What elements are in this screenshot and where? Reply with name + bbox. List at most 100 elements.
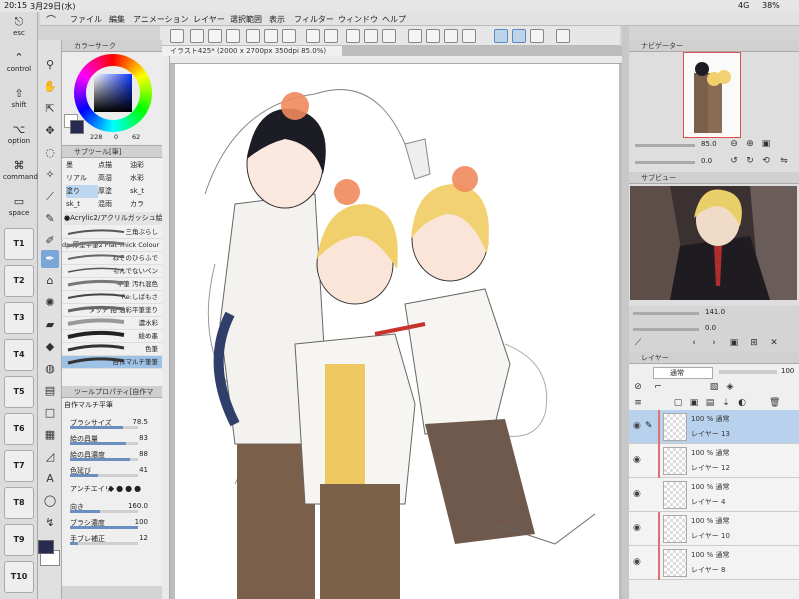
transform-icon[interactable] (382, 29, 396, 43)
menu-selection[interactable]: 選択範囲 (230, 14, 262, 25)
correction-tool-icon[interactable]: ↯ (41, 514, 59, 532)
subtool-tab[interactable]: リアル (66, 172, 98, 185)
subview-reference-image[interactable] (630, 186, 797, 300)
prop-brush-size[interactable]: ブラシサイズ 78.5 (64, 416, 160, 432)
rotate-left-icon[interactable]: ↺ (729, 156, 739, 166)
save-icon[interactable] (226, 29, 240, 43)
layer-row[interactable]: ◉ 100 % 通常 レイヤー 8 (629, 546, 799, 580)
zoom-tool-icon[interactable]: ⚲ (41, 56, 59, 74)
quick-key-t4[interactable]: T4 (4, 339, 34, 371)
settings-icon[interactable] (246, 29, 260, 43)
shift-key[interactable]: ⇧ shift (3, 84, 35, 116)
app-logo-icon[interactable]: ⌒ (46, 12, 56, 27)
eraser-tool-icon[interactable]: ▰ (41, 316, 59, 334)
quick-key-t7[interactable]: T7 (4, 450, 34, 482)
previous-image-icon[interactable]: ‹ (689, 338, 699, 348)
canvas-tab[interactable]: イラスト425* (2000 x 2700px 350dpi 85.0%) (162, 46, 342, 56)
antialias-options-icon[interactable]: ◆●●● (108, 484, 143, 493)
layer-menu-icon[interactable]: ≡ (633, 398, 643, 408)
quick-key-t1[interactable]: T1 (4, 228, 34, 260)
prop-brush-density[interactable]: ブラシ濃度 100 (64, 516, 160, 532)
open-file-icon[interactable] (208, 29, 222, 43)
prop-antialiasing[interactable]: アンチエイリ ◆●●● (64, 482, 160, 498)
new-raster-layer-icon[interactable]: ▢ (673, 398, 683, 408)
subtool-tab[interactable]: 混雨 (98, 198, 130, 211)
fit-screen-icon[interactable]: ▣ (761, 139, 771, 149)
subtool-tab[interactable]: 墨 (66, 159, 98, 172)
quick-key-t9[interactable]: T9 (4, 524, 34, 556)
nav-zoom-slider[interactable] (635, 144, 695, 147)
primary-color-chip[interactable] (70, 120, 84, 134)
zoom-out-icon[interactable]: ⊖ (729, 139, 739, 149)
text-tool-icon[interactable]: A (41, 470, 59, 488)
layer-row[interactable]: ◉ 100 % 通常 レイヤー 4 (629, 478, 799, 512)
pen-tool-icon[interactable]: ✎ (41, 210, 59, 228)
figure-tool-icon[interactable]: □ (41, 404, 59, 422)
frame-tool-icon[interactable]: ▦ (41, 426, 59, 444)
subview-zoom-slider[interactable] (633, 312, 699, 315)
airbrush-tool-icon[interactable]: ⌂ (41, 272, 59, 290)
new-canvas-icon[interactable] (190, 29, 204, 43)
menu-view[interactable]: 表示 (269, 14, 285, 25)
subtool-tab[interactable]: 水彩 (130, 172, 162, 185)
import-image-icon[interactable]: ⊞ (749, 338, 759, 348)
crop-icon[interactable] (444, 29, 458, 43)
merge-layer-icon[interactable]: ⇣ (721, 398, 731, 408)
lock-icon[interactable]: ⊘ (633, 382, 643, 392)
menu-window[interactable]: ウィンドウ (338, 14, 378, 25)
illustration-canvas[interactable] (175, 64, 619, 599)
main-color-swatch[interactable] (38, 540, 54, 554)
clear-icon[interactable] (346, 29, 360, 43)
redo-icon[interactable] (324, 29, 338, 43)
quick-key-t2[interactable]: T2 (4, 265, 34, 297)
visibility-eye-icon[interactable]: ◉ (633, 421, 641, 431)
hue-ring[interactable] (74, 54, 152, 132)
prop-direction[interactable]: 向き 160.0 (64, 500, 160, 516)
quick-key-t8[interactable]: T8 (4, 487, 34, 519)
new-vector-layer-icon[interactable]: ▣ (689, 398, 699, 408)
menu-toggle-icon[interactable] (170, 29, 184, 43)
rotate-right-icon[interactable]: ↻ (745, 156, 755, 166)
space-key[interactable]: ▭ space (3, 192, 35, 224)
gradient-tool-icon[interactable]: ▤ (41, 382, 59, 400)
delete-image-icon[interactable]: ✕ (769, 338, 779, 348)
prop-color-stretch[interactable]: 色延び 41 (64, 464, 160, 480)
quick-key-t5[interactable]: T5 (4, 376, 34, 408)
auto-select-tool-icon[interactable]: ✧ (41, 166, 59, 184)
clip-icon[interactable]: ⌐ (653, 382, 663, 392)
mask-icon[interactable]: ◐ (737, 398, 747, 408)
visibility-eye-icon[interactable]: ◉ (633, 489, 641, 499)
panel-divider[interactable] (622, 26, 629, 599)
visibility-eye-icon[interactable]: ◉ (633, 455, 641, 465)
hand-tool-icon[interactable]: ✋ (41, 78, 59, 96)
saturation-value-square[interactable] (94, 74, 132, 112)
subtool-tab[interactable]: 油彩 (130, 159, 162, 172)
subtool-tab[interactable]: カラ (130, 198, 162, 211)
menu-filter[interactable]: フィルター (294, 14, 334, 25)
device-icon[interactable] (556, 29, 570, 43)
quick-key-t10[interactable]: T10 (4, 561, 34, 593)
subtool-tab[interactable]: 高湿 (98, 172, 130, 185)
prop-stabilization[interactable]: 手ブレ補正 12 (64, 532, 160, 548)
command-key[interactable]: ⌘ command (3, 156, 38, 188)
nav-angle-slider[interactable] (635, 161, 695, 164)
blend-mode-select[interactable]: 通常 (653, 367, 713, 379)
navigator-preview[interactable] (683, 52, 741, 138)
layer-row[interactable]: ◉ 100 % 通常 レイヤー 12 (629, 444, 799, 478)
subtool-tab[interactable]: 点描 (98, 159, 130, 172)
ruler-tool-icon[interactable]: ◿ (41, 448, 59, 466)
decoration-tool-icon[interactable]: ✺ (41, 294, 59, 312)
menu-file[interactable]: ファイル (70, 14, 102, 25)
subtool-tab[interactable]: sk_t (130, 185, 162, 198)
layer-opacity-slider[interactable] (719, 370, 777, 374)
balloon-tool-icon[interactable]: ◯ (41, 492, 59, 510)
menu-edit[interactable]: 編集 (109, 14, 125, 25)
move-tool-icon[interactable]: ✥ (41, 122, 59, 140)
lasso-tool-icon[interactable]: ◌ (41, 144, 59, 162)
menu-layer[interactable]: レイヤー (193, 14, 225, 25)
fill-tool-icon[interactable]: ◍ (41, 360, 59, 378)
menu-help[interactable]: ヘルプ (382, 14, 406, 25)
fill-icon[interactable] (364, 29, 378, 43)
menu-animation[interactable]: アニメーション (133, 14, 189, 25)
visibility-eye-icon[interactable]: ◉ (633, 523, 641, 533)
